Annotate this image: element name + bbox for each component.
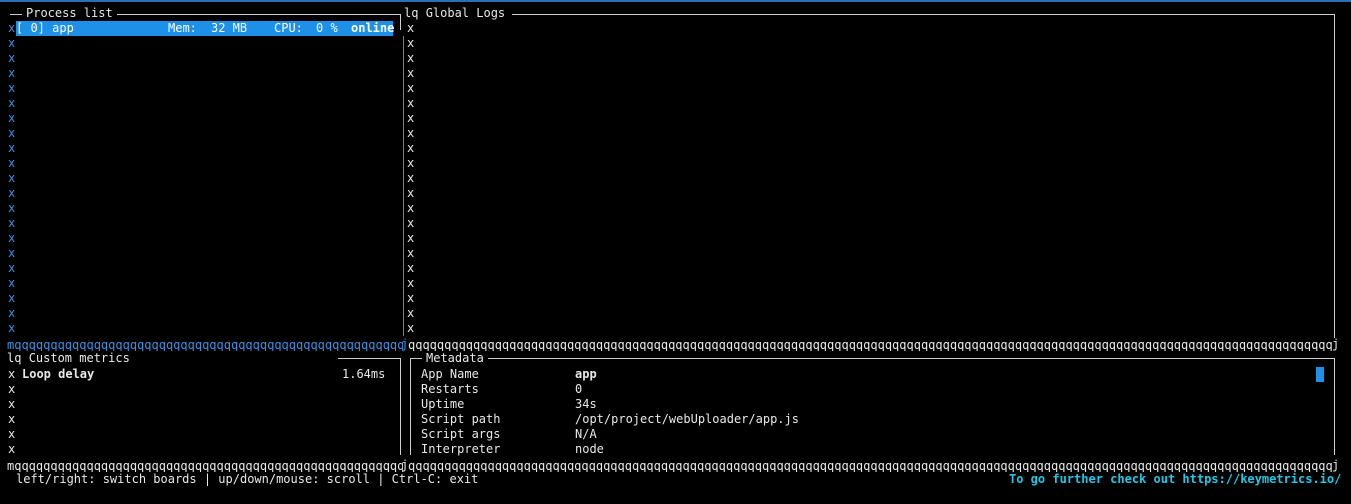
metadata-key-script-args: Script args — [421, 427, 501, 441]
logs-panel-top-border — [512, 14, 1334, 15]
metrics-panel-top-border — [338, 358, 400, 359]
metadata-value-restarts: 0 — [575, 382, 583, 396]
metrics-left-border: xxxxxx — [8, 367, 16, 456]
process-status: online — [351, 21, 395, 35]
metrics-panel-title: lq Custom metrics — [7, 351, 130, 366]
process-id: [ 0] app — [16, 21, 74, 35]
metadata-value-uptime: 34s — [575, 397, 597, 411]
metrics-bottom-border: mqqqqqqqqqqqqqqqqqqqqqqqqqqqqqqqqqqqqqqq… — [7, 460, 403, 472]
process-cpu-label: CPU: — [274, 21, 303, 35]
metadata-key-app-name: App Name — [421, 367, 479, 381]
metadata-panel-left-border — [410, 358, 411, 455]
metadata-key-interpreter: Interpreter — [421, 442, 501, 456]
metric-value: 1.64ms — [342, 367, 386, 381]
process-mem-label: Mem: — [168, 21, 197, 35]
metadata-key-restarts: Restarts — [421, 382, 479, 396]
logs-panel-title: lq Global Logs — [404, 6, 506, 21]
metadata-value-script-args: N/A — [575, 427, 597, 441]
process-bottom-border: mqqqqqqqqqqqqqqqqqqqqqqqqqqqqqqqqqqqqqqq… — [7, 339, 403, 351]
process-cpu-value: 0 % — [316, 21, 338, 35]
process-left-border: xxxxxxxxxxxxxxxxxxxx — [8, 36, 16, 335]
metadata-bottom-border: qqqqqqqqqqqqqqqqqqqqqqqqqqqqqqqqqqqqqqqq… — [408, 460, 1332, 472]
logs-bottom-border: qqqqqqqqqqqqqqqqqqqqqqqqqqqqqqqqqqqqqqqq… — [408, 339, 1332, 351]
terminal-cursor — [1316, 367, 1324, 382]
metadata-value-script-path: /opt/project/webUploader/app.js — [575, 412, 799, 426]
metric-name: Loop delay — [22, 367, 95, 381]
process-mem-value: 32 MB — [211, 21, 248, 35]
metadata-panel-title: Metadata — [422, 351, 488, 366]
metadata-value-app-name: app — [575, 367, 597, 381]
process-panel-right-border-top — [400, 14, 401, 30]
process-left-border-first: x — [8, 21, 16, 35]
metadata-value-interpreter: node — [575, 442, 604, 456]
metadata-panel-right-border — [1334, 358, 1335, 455]
process-row-app[interactable]: [ 0] app Mem: 32 MB CPU: 0 % online — [16, 21, 395, 36]
metrics-panel-right-border — [400, 358, 401, 455]
footer-keymetrics-link[interactable]: To go further check out https://keymetri… — [1009, 472, 1341, 487]
process-panel-title: Process list — [22, 6, 117, 21]
footer-help-text: left/right: switch boards | up/down/mous… — [16, 472, 479, 486]
logs-bottom-right-corner: j — [1332, 337, 1340, 351]
logs-panel-right-border — [1334, 14, 1335, 338]
metadata-bottom-right-corner: j — [1332, 458, 1340, 472]
metadata-panel-top-border — [410, 358, 1334, 359]
window-top-accent — [0, 0, 1351, 2]
process-right-border — [403, 36, 404, 336]
metadata-key-uptime: Uptime — [421, 397, 465, 411]
logs-left-border: xxxxxxxxxxxxxxxxxxxxx — [407, 21, 415, 335]
metadata-key-script-path: Script path — [421, 412, 501, 426]
